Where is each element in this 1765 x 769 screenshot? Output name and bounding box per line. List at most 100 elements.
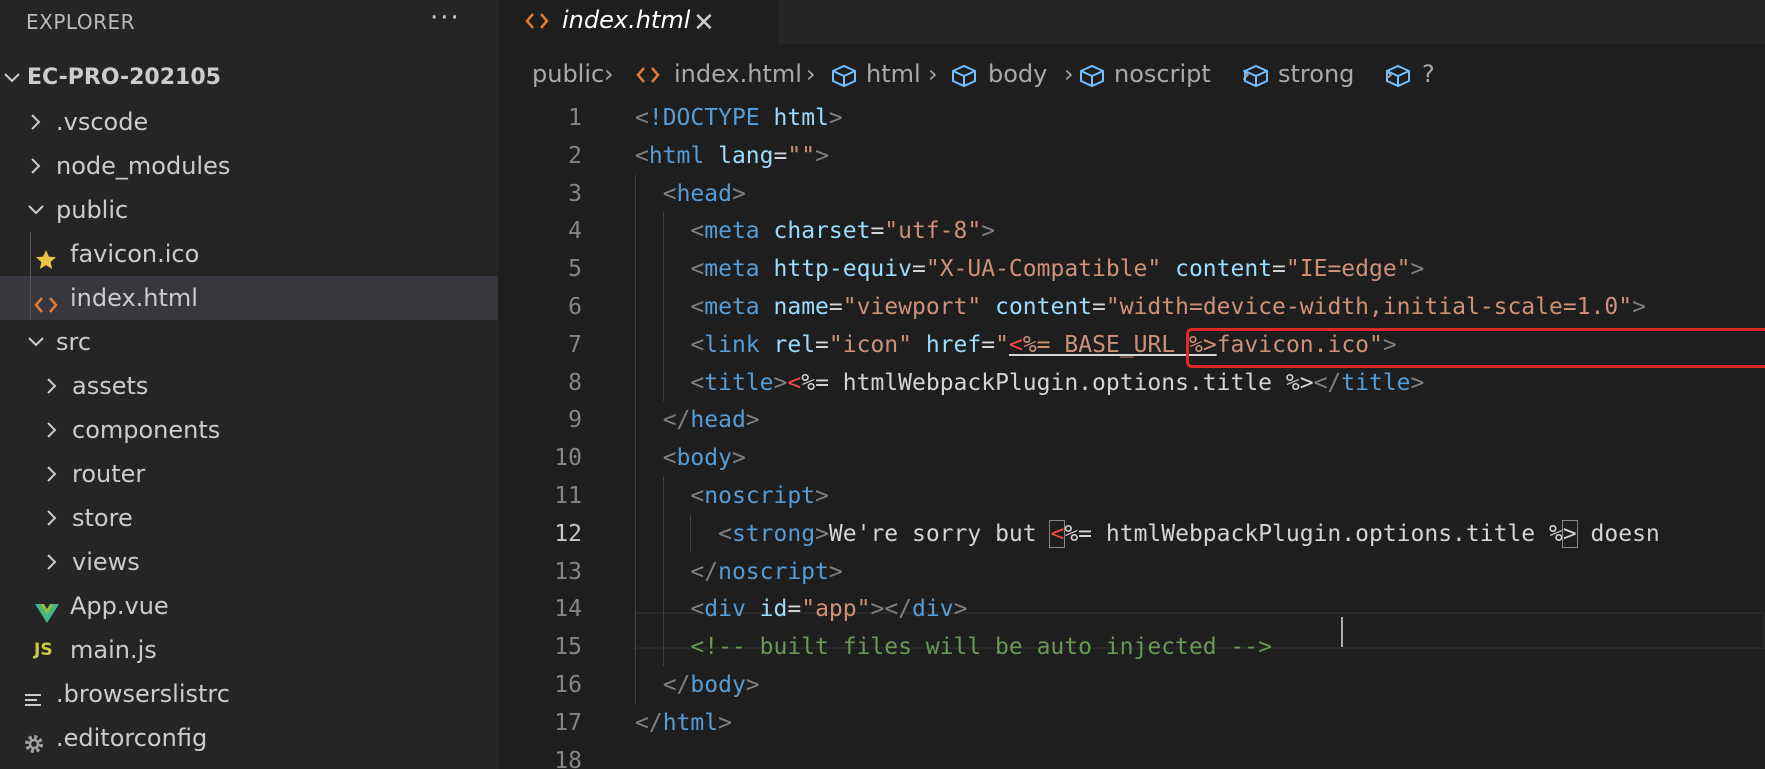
breadcrumb-item-html[interactable]: html bbox=[866, 60, 921, 88]
code-token: = bbox=[911, 256, 926, 283]
element-icon bbox=[1078, 64, 1106, 94]
line-number: 10 bbox=[554, 445, 582, 472]
tree-folder[interactable]: public bbox=[0, 188, 498, 232]
breadcrumb-item-unknown[interactable]: ? bbox=[1422, 60, 1435, 88]
tree-folder[interactable]: .vscode bbox=[0, 100, 498, 144]
code-token: </ bbox=[1313, 369, 1342, 396]
line-source: <noscript> bbox=[635, 477, 829, 515]
code-token: > bbox=[745, 407, 760, 434]
code-line: 18 bbox=[498, 742, 1765, 769]
breadcrumb-item-public[interactable]: public bbox=[532, 60, 604, 88]
line-number: 15 bbox=[554, 634, 582, 661]
code-token: > bbox=[1632, 294, 1646, 320]
tree-file[interactable]: .browserslistrc bbox=[0, 672, 498, 716]
breadcrumb-item-strong[interactable]: strong bbox=[1278, 60, 1354, 88]
code-line: 9 </head> bbox=[498, 401, 1765, 439]
line-number: 16 bbox=[554, 672, 582, 698]
code-token: < bbox=[690, 596, 705, 623]
chevron-down-icon bbox=[26, 320, 48, 364]
code-token: meta bbox=[704, 256, 760, 283]
tree-file[interactable]: favicon.ico bbox=[0, 232, 498, 276]
code-token: doesn bbox=[1576, 520, 1660, 547]
code-line: 8 <title><%= htmlWebpackPlugin.options.t… bbox=[498, 364, 1765, 402]
tree-folder[interactable]: components bbox=[0, 408, 498, 452]
line-source: </head> bbox=[635, 401, 760, 439]
breadcrumb-item-index[interactable]: index.html bbox=[674, 60, 802, 88]
tree-item-label: views bbox=[72, 548, 140, 576]
code-line: 3 <head> bbox=[498, 175, 1765, 213]
code-editor[interactable]: 1 <!DOCTYPE html> 2 <html lang=""> 3 <head> 4… bbox=[498, 99, 1765, 769]
root-folder-label: EC-PRO-202105 bbox=[27, 65, 221, 90]
tree-file[interactable]: JS main.js bbox=[0, 628, 498, 672]
code-token: <!-- built files will be auto injected -… bbox=[690, 634, 1272, 661]
js-icon: JS bbox=[34, 628, 60, 672]
tree-item-label: node_modules bbox=[56, 152, 231, 180]
tree-file[interactable]: .editorconfig bbox=[0, 716, 498, 760]
code-token: < bbox=[1049, 519, 1066, 548]
tree-item-label: main.js bbox=[70, 636, 157, 664]
code-token: </ bbox=[690, 558, 719, 585]
lines-icon bbox=[22, 672, 48, 716]
code-token: html bbox=[648, 142, 705, 169]
explorer-header: EXPLORER ··· bbox=[0, 0, 498, 42]
code-token: > bbox=[731, 180, 746, 207]
code-line: 12 <strong>We're sorry but <%= htmlWebpa… bbox=[498, 515, 1765, 553]
breadcrumb-item-noscript[interactable]: noscript bbox=[1114, 60, 1211, 88]
code-token: %= htmlWebpackPlugin.options.title % bbox=[1064, 520, 1563, 547]
breadcrumb-item-body[interactable]: body bbox=[988, 60, 1047, 88]
code-token: name bbox=[773, 294, 829, 320]
line-source: <!DOCTYPE html> bbox=[635, 99, 843, 137]
line-number: 14 bbox=[554, 596, 582, 623]
tree-folder[interactable]: assets bbox=[0, 364, 498, 408]
line-source: <div id="app"></div> bbox=[635, 590, 967, 628]
code-token: html bbox=[773, 105, 829, 131]
code-line: 17 </html> bbox=[498, 704, 1765, 742]
line-source: <head> bbox=[635, 175, 746, 213]
code-token: title bbox=[704, 369, 774, 396]
more-actions-button[interactable]: ··· bbox=[430, 3, 461, 33]
code-token: "icon" bbox=[828, 331, 912, 358]
close-icon[interactable]: ✕ bbox=[693, 8, 715, 38]
tree-root-folder[interactable]: EC-PRO-202105 bbox=[0, 56, 498, 100]
code-token: < bbox=[787, 369, 802, 396]
tree-item-label: components bbox=[72, 416, 221, 444]
chevron-right-icon: › bbox=[604, 60, 614, 88]
tree-folder[interactable]: src bbox=[0, 320, 498, 364]
chevron-right-icon bbox=[42, 496, 64, 540]
code-token: "viewport" bbox=[842, 294, 982, 320]
code-token: < bbox=[690, 331, 705, 358]
code-token: = bbox=[981, 331, 996, 358]
tree-file[interactable]: App.vue bbox=[0, 584, 498, 628]
chevron-right-icon bbox=[42, 452, 64, 496]
code-token: < bbox=[635, 142, 649, 169]
line-number: 13 bbox=[554, 558, 582, 585]
element-icon bbox=[1242, 64, 1270, 94]
tree-folder[interactable]: router bbox=[0, 452, 498, 496]
code-token: = bbox=[815, 331, 829, 358]
tree-folder[interactable]: views bbox=[0, 540, 498, 584]
code-token: noscript bbox=[718, 558, 829, 585]
tree-folder[interactable]: node_modules bbox=[0, 144, 498, 188]
code-token: id bbox=[759, 596, 788, 623]
code-token: > bbox=[828, 558, 843, 585]
tree-item-label: index.html bbox=[70, 284, 198, 312]
code-token: rel bbox=[773, 331, 816, 358]
text-cursor bbox=[1341, 617, 1343, 647]
tab-index-html[interactable]: index.html ✕ bbox=[498, 0, 778, 44]
js-icon-text: JS bbox=[34, 640, 53, 660]
line-number: 9 bbox=[568, 407, 582, 434]
tree-folder[interactable]: store bbox=[0, 496, 498, 540]
tree-file[interactable]: index.html bbox=[0, 276, 498, 320]
code-token: > bbox=[745, 672, 760, 698]
line-source: </html> bbox=[635, 704, 732, 742]
code-token: > bbox=[815, 142, 829, 169]
chevron-right-icon bbox=[42, 364, 64, 408]
element-icon bbox=[830, 64, 858, 94]
code-token: %= htmlWebpackPlugin.options.title %> bbox=[801, 369, 1314, 396]
code-token: body bbox=[690, 672, 746, 698]
code-token: > bbox=[981, 218, 996, 245]
editor-area: index.html ✕ public › index.html › html … bbox=[498, 0, 1765, 769]
